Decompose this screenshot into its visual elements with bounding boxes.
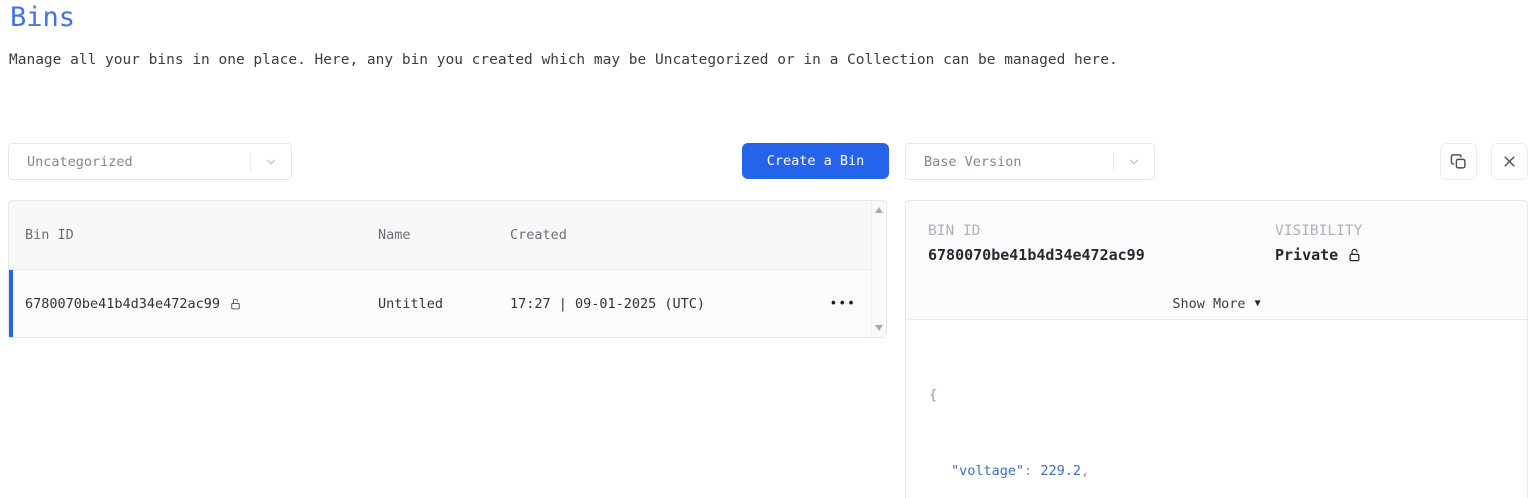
- bins-table-panel: Bin ID Name Created 6780070be41b4d34e472…: [8, 200, 887, 338]
- json-viewer: { "voltage": 229.2, "current": 0.111, "a…: [906, 320, 1527, 498]
- category-select-value: Uncategorized: [27, 153, 133, 170]
- bin-detail-panel: BIN ID 6780070be41b4d34e472ac99 VISIBILI…: [905, 200, 1528, 498]
- scroll-down-icon[interactable]: [875, 325, 883, 331]
- copy-icon: [1450, 153, 1467, 170]
- table-row[interactable]: 6780070be41b4d34e472ac99 Untitled 17:27 …: [9, 270, 886, 337]
- show-more-label: Show More: [1172, 295, 1246, 312]
- detail-header: BIN ID 6780070be41b4d34e472ac99 VISIBILI…: [906, 201, 1527, 320]
- visibility-field: VISIBILITY Private: [1275, 223, 1362, 264]
- row-actions-menu[interactable]: •••: [830, 296, 856, 311]
- bin-id-field: BIN ID 6780070be41b4d34e472ac99: [928, 223, 1145, 264]
- table-header: Bin ID Name Created: [9, 201, 886, 270]
- table-scrollbar[interactable]: [871, 201, 886, 337]
- row-bin-id: 6780070be41b4d34e472ac99: [25, 295, 221, 312]
- json-line: "voltage": 229.2,: [951, 463, 1090, 480]
- category-select[interactable]: Uncategorized: [8, 143, 292, 180]
- page-description: Manage all your bins in one place. Here,…: [9, 52, 1118, 68]
- bins-page: Bins Manage all your bins in one place. …: [0, 0, 1536, 498]
- column-header-created: Created: [510, 227, 567, 243]
- close-button[interactable]: [1491, 143, 1528, 180]
- close-icon: [1502, 154, 1517, 169]
- chevron-down-icon: [251, 155, 291, 169]
- caret-down-icon: ▼: [1254, 298, 1261, 309]
- column-header-name: Name: [378, 227, 411, 243]
- visibility-label: VISIBILITY: [1275, 223, 1363, 239]
- row-name: Untitled: [378, 295, 444, 312]
- lock-icon: [1347, 247, 1362, 263]
- copy-button[interactable]: [1440, 143, 1477, 180]
- visibility-value: Private: [1275, 246, 1339, 264]
- chevron-down-icon: [1114, 155, 1154, 169]
- version-select[interactable]: Base Version: [905, 143, 1155, 180]
- bin-id-value: 6780070be41b4d34e472ac99: [928, 246, 1145, 264]
- json-line: {: [929, 386, 938, 403]
- lock-icon: [229, 297, 242, 311]
- show-more-button[interactable]: Show More ▼: [906, 288, 1527, 319]
- scroll-up-icon[interactable]: [875, 207, 883, 213]
- column-header-bin-id: Bin ID: [25, 227, 74, 243]
- create-bin-button[interactable]: Create a Bin: [742, 143, 889, 179]
- version-select-value: Base Version: [924, 153, 1022, 170]
- page-title: Bins: [10, 2, 76, 33]
- bin-id-label: BIN ID: [928, 223, 981, 239]
- row-created: 17:27 | 09-01-2025 (UTC): [510, 295, 706, 312]
